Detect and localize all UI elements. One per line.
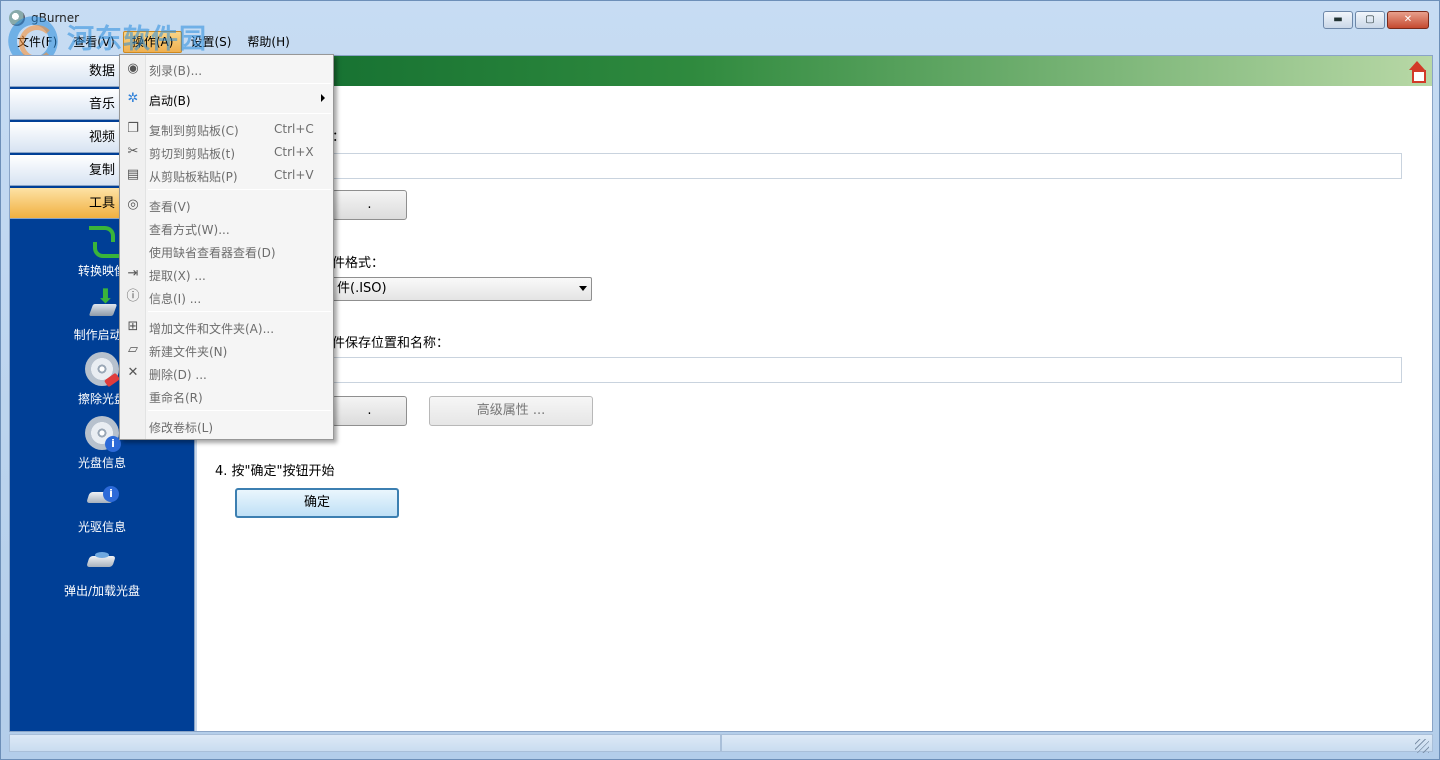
menu-item-label: 复制到剪贴板(C): [149, 124, 239, 138]
disc-burn-icon: ◉: [127, 61, 139, 76]
menu-bar: 文件(F) 查看(V) 操作(A) 设置(S) 帮助(H): [9, 31, 298, 53]
menu-separator: [148, 113, 331, 114]
menu-separator: [148, 189, 331, 190]
status-pane-left: [9, 734, 721, 752]
snowflake-icon: ✲: [127, 91, 139, 106]
menu-item-new-folder[interactable]: ▱ 新建文件夹(N): [120, 339, 333, 361]
menu-item-label: 新建文件夹(N): [149, 345, 228, 359]
menu-separator: [148, 83, 331, 84]
paste-icon: ▤: [126, 167, 140, 182]
status-pane-right: [721, 734, 1433, 752]
info-icon: ⓘ: [126, 289, 140, 304]
menu-view[interactable]: 查看(V): [65, 31, 123, 53]
convert-icon: [85, 224, 119, 258]
browse-source-button[interactable]: .: [332, 190, 407, 220]
menu-item-change-label[interactable]: 修改卷标(L): [120, 415, 333, 437]
menu-item-add-files[interactable]: ⊞ 增加文件和文件夹(A)...: [120, 316, 333, 338]
menu-item-view-with[interactable]: 查看方式(W)...: [120, 217, 333, 239]
menu-item-cut[interactable]: ✂ 剪切到剪贴板(t) Ctrl+X: [120, 141, 333, 163]
output-format-select[interactable]: 件(.ISO): [332, 277, 592, 301]
resize-grip-icon[interactable]: [1415, 739, 1429, 753]
app-icon: [9, 10, 25, 26]
menu-item-label: 从剪贴板粘贴(P): [149, 170, 238, 184]
copy-icon: ❐: [127, 121, 139, 136]
erase-disc-icon: [85, 352, 119, 386]
status-bar: [9, 734, 1433, 752]
menu-item-paste[interactable]: ▤ 从剪贴板粘贴(P) Ctrl+V: [120, 164, 333, 186]
menu-item-label: 剪切到剪贴板(t): [149, 147, 236, 161]
menu-item-rename[interactable]: 重命名(R): [120, 385, 333, 407]
tool-drive-info[interactable]: 光驱信息: [10, 480, 194, 535]
delete-icon: ✕: [127, 365, 139, 380]
menu-settings[interactable]: 设置(S): [182, 31, 239, 53]
new-folder-icon: ▱: [128, 342, 138, 357]
output-format-label: 件格式：: [332, 256, 385, 271]
save-path-field[interactable]: [332, 357, 1402, 383]
menu-item-shortcut: Ctrl+X: [274, 145, 314, 159]
menu-separator: [148, 410, 331, 411]
menu-item-label: 重命名(R): [149, 391, 203, 405]
menu-item-label: 信息(I) ...: [149, 292, 202, 306]
menu-item-label: 查看方式(W)...: [149, 223, 230, 237]
menu-item-label: 修改卷标(L): [149, 421, 214, 435]
maximize-button[interactable]: ▢: [1355, 11, 1385, 29]
chevron-down-icon: [579, 286, 587, 291]
menu-item-burn[interactable]: ◉ 刻录(B)...: [120, 58, 333, 80]
source-path-field[interactable]: [332, 153, 1402, 179]
menu-item-extract[interactable]: ⇥ 提取(X) ...: [120, 263, 333, 285]
menu-file[interactable]: 文件(F): [9, 31, 65, 53]
menu-item-label: 提取(X) ...: [149, 269, 206, 283]
save-location-label: 件保存位置和名称：: [332, 336, 450, 351]
disc-info-icon: [85, 416, 121, 452]
menu-item-label: 查看(V): [149, 200, 191, 214]
main-content: ： . 件格式： 件(.ISO) 件保存位置和名称： . 高级属性 ... 4.…: [197, 56, 1432, 731]
menu-item-label: 刻录(B)...: [149, 64, 203, 78]
browse-save-button[interactable]: .: [332, 396, 407, 426]
advanced-properties-button[interactable]: 高级属性 ...: [429, 396, 593, 426]
action-dropdown-menu: ◉ 刻录(B)... ✲ 启动(B) ❐ 复制到剪贴板(C) Ctrl+C ✂ …: [119, 54, 334, 440]
header-bar: [197, 56, 1432, 86]
home-icon[interactable]: [1406, 60, 1428, 83]
window-title: gBurner: [31, 11, 80, 25]
tool-label: 弹出/加载光盘: [63, 584, 141, 598]
menu-separator: [148, 311, 331, 312]
menu-item-info[interactable]: ⓘ 信息(I) ...: [120, 286, 333, 308]
menu-item-view[interactable]: ◎ 查看(V): [120, 194, 333, 216]
scissors-icon: ✂: [127, 144, 139, 159]
add-files-icon: ⊞: [127, 319, 139, 334]
minimize-button[interactable]: ▬: [1323, 11, 1353, 29]
app-window: gBurner ▬ ▢ ✕ 文件(F) 查看(V) 操作(A) 设置(S) 帮助…: [0, 0, 1440, 760]
menu-item-delete[interactable]: ✕ 删除(D) ...: [120, 362, 333, 384]
menu-item-copy[interactable]: ❐ 复制到剪贴板(C) Ctrl+C: [120, 118, 333, 140]
menu-item-label: 删除(D) ...: [149, 368, 207, 382]
eject-icon: [85, 544, 119, 578]
menu-item-boot[interactable]: ✲ 启动(B): [120, 88, 333, 110]
title-bar[interactable]: gBurner ▬ ▢ ✕: [1, 1, 1439, 31]
menu-item-default-viewer[interactable]: 使用缺省查看器查看(D): [120, 240, 333, 262]
drive-info-icon: [85, 480, 119, 514]
close-button[interactable]: ✕: [1387, 11, 1429, 29]
view-icon: ◎: [127, 197, 139, 212]
window-controls: ▬ ▢ ✕: [1323, 11, 1429, 29]
menu-item-label: 使用缺省查看器查看(D): [149, 246, 276, 260]
ok-button[interactable]: 确定: [235, 488, 399, 518]
step4-label: 4. 按"确定"按钮开始: [215, 464, 335, 479]
tool-label: 光盘信息: [77, 456, 126, 470]
extract-icon: ⇥: [127, 266, 139, 281]
menu-action[interactable]: 操作(A): [122, 31, 183, 53]
tool-eject-load-disc[interactable]: 弹出/加载光盘: [10, 544, 194, 599]
menu-help[interactable]: 帮助(H): [239, 31, 297, 53]
menu-item-label: 启动(B): [149, 94, 191, 108]
output-format-value: 件(.ISO): [337, 281, 387, 296]
submenu-arrow-icon: [321, 94, 325, 102]
usb-icon: [85, 284, 119, 322]
menu-item-label: 增加文件和文件夹(A)...: [149, 322, 275, 336]
menu-item-shortcut: Ctrl+C: [274, 122, 314, 136]
tool-label: 光驱信息: [77, 520, 126, 534]
menu-item-shortcut: Ctrl+V: [274, 168, 314, 182]
